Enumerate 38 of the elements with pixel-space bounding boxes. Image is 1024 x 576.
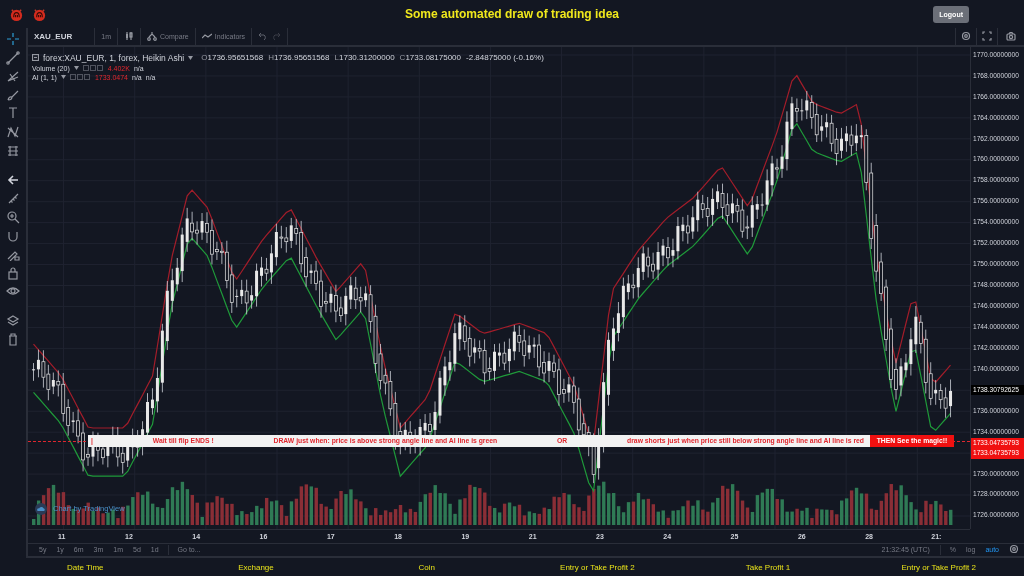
- zoom-icon[interactable]: [6, 209, 20, 224]
- caret-icon[interactable]: [188, 55, 194, 60]
- column-label: Entry or Take Profit 2: [900, 562, 977, 572]
- compare-icon: [146, 31, 157, 42]
- series-title[interactable]: forex:XAU_EUR, 1, forex, Heikin Ashi: [43, 52, 185, 63]
- pattern-icon[interactable]: [6, 124, 20, 139]
- candles-icon[interactable]: [123, 31, 134, 42]
- column-label: Date Time: [66, 562, 105, 572]
- page-title: Some automated draw of trading idea: [404, 7, 620, 21]
- line-tool-icon[interactable]: [6, 50, 20, 65]
- trash-icon[interactable]: [6, 332, 20, 347]
- column-label: Coin: [417, 562, 436, 572]
- ohlc-value: O1736.95651568: [201, 53, 265, 63]
- camera-icon[interactable]: [1006, 31, 1016, 42]
- crosshair-icon[interactable]: [6, 32, 20, 46]
- ruler-icon[interactable]: [6, 191, 20, 206]
- layers-icon[interactable]: [6, 313, 20, 328]
- arrow-left-icon[interactable]: [6, 172, 20, 187]
- measure-icon[interactable]: [6, 143, 20, 158]
- caret-icon[interactable]: [60, 75, 66, 80]
- undo-icon[interactable]: [258, 31, 269, 42]
- symbol-button[interactable]: XAU_EUR: [28, 28, 96, 45]
- collapse-icon[interactable]: [32, 54, 39, 62]
- fork-lines-icon[interactable]: [6, 69, 20, 84]
- text-icon[interactable]: [6, 106, 20, 121]
- settings-icon[interactable]: [961, 31, 971, 42]
- lock-icon[interactable]: [6, 265, 20, 280]
- caret-icon[interactable]: [73, 66, 79, 71]
- ohlc-value: C1733.08175000: [399, 53, 462, 63]
- fullscreen-icon[interactable]: [982, 31, 992, 42]
- column-label: Exchange: [237, 562, 275, 572]
- settings-icon[interactable]: [1009, 544, 1019, 555]
- cloud-logo-icon: [35, 502, 47, 515]
- column-label: Take Profit 1: [744, 562, 792, 572]
- ohlc-value: L1730.31200000: [334, 53, 396, 63]
- ohlc-value: H1736.95651568: [268, 53, 331, 63]
- column-label: Entry or Take Profit 2: [559, 562, 636, 572]
- change-value: -2.84875000 (-0.16%): [466, 53, 544, 63]
